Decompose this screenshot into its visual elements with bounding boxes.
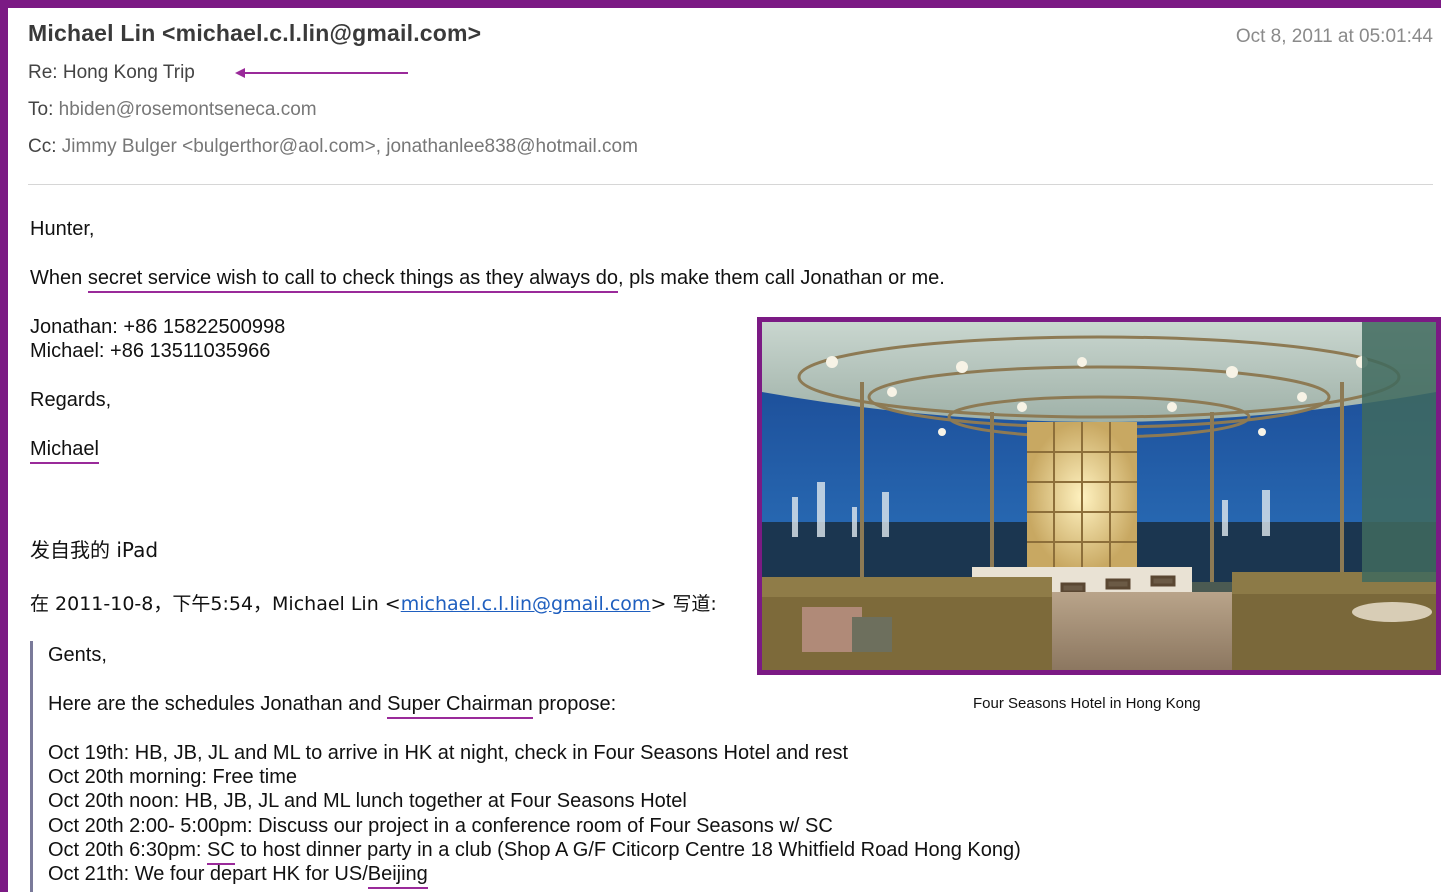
body-line-1-highlight: secret service wish to call to check thi… bbox=[87, 267, 619, 293]
contact-jonathan: Jonathan: +86 15822500998 bbox=[30, 316, 286, 338]
signature-name: Michael bbox=[30, 438, 99, 464]
schedule-line: Oct 20th morning: Free time bbox=[48, 766, 297, 788]
subject-line: Re: Hong Kong Trip bbox=[28, 62, 195, 83]
schedule-line: Oct 19th: HB, JB, JL and ML to arrive in… bbox=[48, 742, 849, 764]
to-label: To: bbox=[28, 99, 54, 120]
quote-intro-post: > 写道: bbox=[650, 593, 717, 615]
quoted-intro-highlight: Super Chairman bbox=[387, 693, 533, 719]
header-divider bbox=[28, 184, 1433, 185]
cc-line: Cc: Jimmy Bulger <bulgerthor@aol.com>, j… bbox=[28, 136, 638, 158]
quoted-intro: Here are the schedules Jonathan and Supe… bbox=[48, 692, 617, 719]
body-line-1-pre: When bbox=[30, 267, 88, 289]
to-recipient[interactable]: hbiden@rosemontseneca.com bbox=[59, 99, 317, 120]
arrow-annotation-icon bbox=[235, 68, 408, 78]
quoted-greeting: Gents, bbox=[48, 644, 107, 666]
schedule-line-dinner-pre: Oct 20th 6:30pm: bbox=[48, 839, 207, 861]
quote-intro-email-link[interactable]: michael.c.l.lin@gmail.com bbox=[401, 593, 651, 615]
to-line: To: hbiden@rosemontseneca.com bbox=[28, 99, 317, 121]
schedule-line-dinner: Oct 20th 6:30pm: SC to host dinner party… bbox=[48, 838, 1021, 865]
frame-border-left bbox=[0, 0, 8, 892]
cc-label: Cc: bbox=[28, 136, 57, 157]
quoted-intro-post: propose: bbox=[532, 693, 617, 715]
sent-date: Oct 8, 2011 at 05:01:44 bbox=[1235, 26, 1433, 47]
regards: Regards, bbox=[30, 389, 112, 411]
schedule-line-dinner-post: to host dinner party in a club (Shop A G… bbox=[234, 839, 1021, 861]
schedule-line-depart: Oct 21th: We four depart HK for US/Beiji… bbox=[48, 862, 428, 889]
contact-michael: Michael: +86 13511035966 bbox=[30, 340, 271, 362]
signature: Michael bbox=[30, 437, 99, 464]
quote-bar bbox=[30, 641, 33, 892]
schedule-line-depart-pre: Oct 21th: We four depart HK for US/ bbox=[48, 863, 368, 885]
quote-intro: 在 2011-10-8，下午5:54，Michael Lin <michael.… bbox=[30, 592, 717, 616]
greeting: Hunter, bbox=[30, 218, 95, 240]
cc-recipients[interactable]: Jimmy Bulger <bulgerthor@aol.com>, jonat… bbox=[62, 136, 638, 157]
body-line-1: When secret service wish to call to chec… bbox=[30, 266, 945, 293]
frame-border-top bbox=[0, 0, 1441, 8]
schedule-line-depart-highlight: Beijing bbox=[367, 863, 428, 889]
photo-caption: Four Seasons Hotel in Hong Kong bbox=[973, 695, 1201, 712]
body-line-1-post: , pls make them call Jonathan or me. bbox=[618, 267, 945, 289]
hotel-lounge-image bbox=[762, 322, 1436, 670]
quote-intro-pre: 在 2011-10-8，下午5:54，Michael Lin < bbox=[30, 593, 401, 615]
quoted-intro-pre: Here are the schedules Jonathan and bbox=[48, 693, 388, 715]
schedule-line: Oct 20th 2:00- 5:00pm: Discuss our proje… bbox=[48, 815, 833, 837]
hotel-photo bbox=[757, 317, 1441, 675]
schedule-line: Oct 20th noon: HB, JB, JL and ML lunch t… bbox=[48, 790, 687, 812]
sent-from: 发自我的 iPad bbox=[30, 538, 159, 562]
sender: Michael Lin <michael.c.l.lin@gmail.com> bbox=[28, 20, 482, 46]
